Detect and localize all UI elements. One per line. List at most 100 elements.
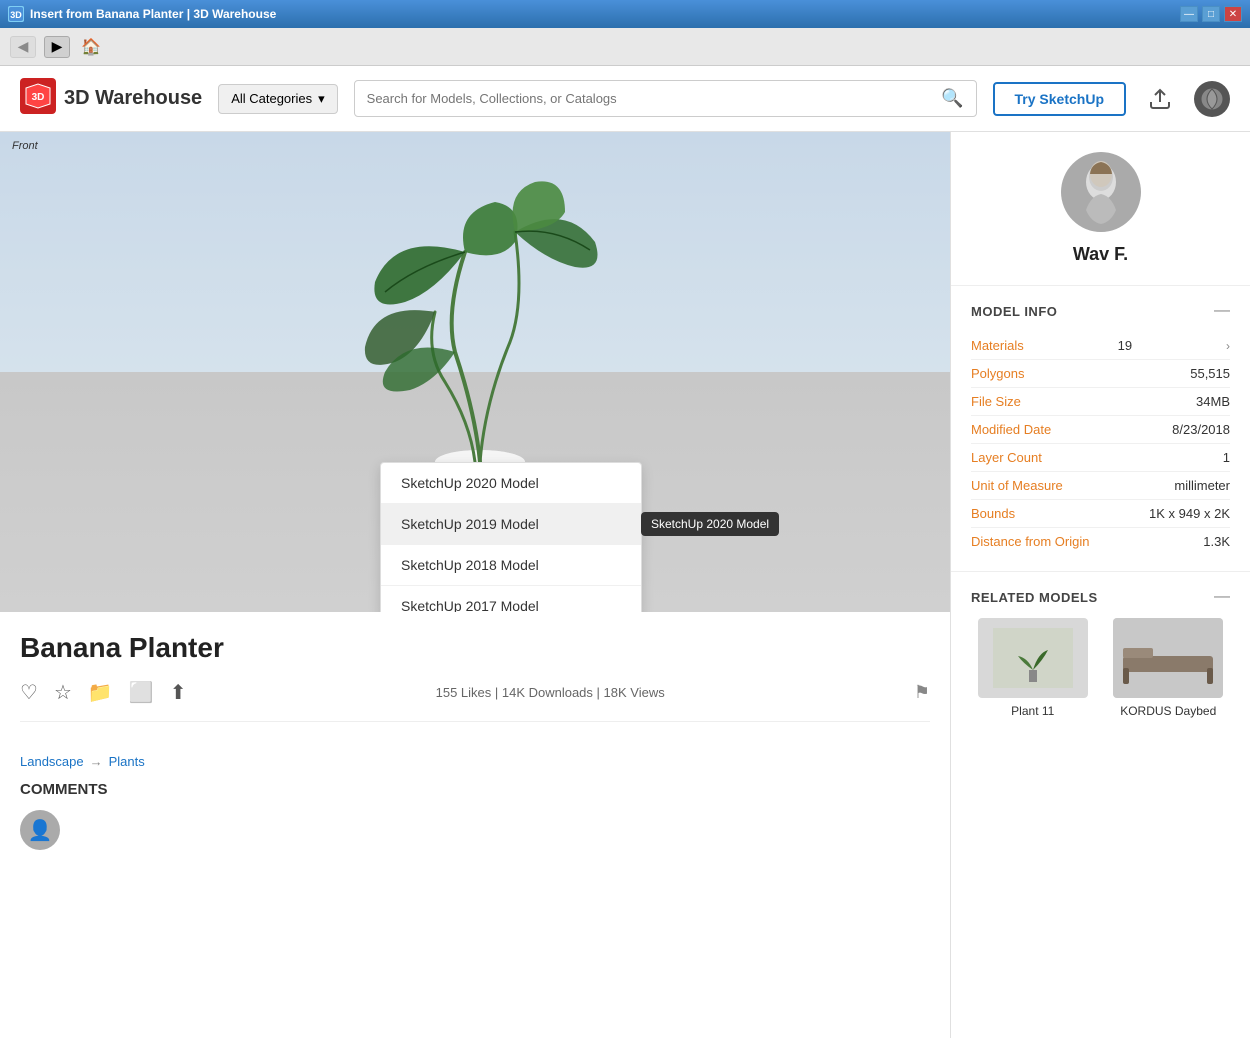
back-button[interactable]: ◀: [10, 36, 36, 58]
right-panel: Wav F. MODEL INFO — Materials 19 › Polyg…: [950, 132, 1250, 1038]
info-row-polygons: Polygons 55,515: [971, 360, 1230, 388]
profile-button[interactable]: [1194, 81, 1230, 117]
materials-value: 19: [1118, 338, 1132, 353]
back-icon: ◀: [18, 38, 29, 55]
bounds-label: Bounds: [971, 506, 1015, 521]
bounds-value: 1K x 949 x 2K: [1149, 506, 1230, 521]
dropdown-item-label: SketchUp 2017 Model: [401, 598, 539, 612]
try-sketchup-button[interactable]: Try SketchUp: [993, 82, 1126, 116]
svg-text:3D: 3D: [32, 92, 45, 103]
info-row-modified: Modified Date 8/23/2018: [971, 416, 1230, 444]
related-label-daybed: KORDUS Daybed: [1120, 704, 1216, 718]
content-area: Front: [0, 132, 1250, 1038]
search-input[interactable]: [367, 91, 933, 106]
breadcrumb: Landscape → Plants: [0, 742, 950, 781]
dropdown-item-su2017[interactable]: SketchUp 2017 Model: [381, 586, 641, 612]
category-dropdown[interactable]: All Categories ▾: [218, 84, 337, 114]
info-row-unit: Unit of Measure millimeter: [971, 472, 1230, 500]
like-icon[interactable]: ♡: [20, 680, 38, 705]
info-row-bounds: Bounds 1K x 949 x 2K: [971, 500, 1230, 528]
logo-icon: 3D: [20, 78, 56, 119]
breadcrumb-arrow: →: [90, 754, 103, 769]
maximize-button[interactable]: □: [1202, 6, 1220, 22]
stats-text: 155 Likes | 14K Downloads | 18K Views: [202, 685, 897, 700]
view-label: Front: [12, 140, 38, 152]
upload-button[interactable]: [1142, 81, 1178, 117]
copy-icon[interactable]: ⬜: [129, 680, 154, 705]
model-info-header: MODEL INFO —: [971, 302, 1230, 320]
flag-icon[interactable]: ⚑: [914, 682, 930, 703]
svg-text:3D: 3D: [10, 10, 22, 20]
dropdown-item-su2018[interactable]: SketchUp 2018 Model: [381, 545, 641, 586]
model-info-section-title: MODEL INFO: [971, 304, 1057, 319]
filesize-label: File Size: [971, 394, 1021, 409]
polygons-value: 55,515: [1190, 366, 1230, 381]
model-title: Banana Planter: [20, 632, 930, 664]
logo-text: 3D Warehouse: [64, 87, 202, 110]
related-grid: Plant 11: [971, 618, 1230, 718]
dropdown-item-su2019[interactable]: SketchUp 2019 Model SketchUp 2020 Model: [381, 504, 641, 545]
dropdown-item-label: SketchUp 2018 Model: [401, 557, 539, 573]
model-viewer: Front: [0, 132, 950, 612]
info-row-filesize: File Size 34MB: [971, 388, 1230, 416]
home-button[interactable]: 🏠: [78, 36, 104, 58]
author-section: Wav F.: [951, 132, 1250, 286]
distance-value: 1.3K: [1203, 534, 1230, 549]
breadcrumb-plants[interactable]: Plants: [109, 754, 145, 769]
unit-label: Unit of Measure: [971, 478, 1063, 493]
related-item-daybed[interactable]: KORDUS Daybed: [1107, 618, 1231, 718]
tooltip-su2020: SketchUp 2020 Model: [641, 512, 779, 536]
window-controls: — □ ✕: [1180, 6, 1242, 22]
dropdown-item-label: SketchUp 2020 Model: [401, 475, 539, 491]
dropdown-menu: SketchUp 2020 Model SketchUp 2019 Model …: [380, 462, 642, 612]
minimize-button[interactable]: —: [1180, 6, 1198, 22]
forward-icon: ▶: [52, 38, 63, 55]
comments-title: COMMENTS: [20, 781, 930, 798]
forward-button[interactable]: ▶: [44, 36, 70, 58]
title-bar: 3D Insert from Banana Planter | 3D Wareh…: [0, 0, 1250, 28]
main-window: 3D 3D Warehouse All Categories ▾ 🔍 Try S…: [0, 66, 1250, 1038]
related-label-plant11: Plant 11: [1011, 704, 1054, 718]
materials-arrow[interactable]: ›: [1226, 339, 1230, 353]
dropdown-item-label: SketchUp 2019 Model: [401, 516, 539, 532]
window-title: Insert from Banana Planter | 3D Warehous…: [30, 7, 1174, 21]
download-dropdown: SketchUp 2020 Model SketchUp 2019 Model …: [380, 462, 642, 612]
related-collapse-button[interactable]: —: [1214, 588, 1230, 606]
related-thumb-plant11: [978, 618, 1088, 698]
author-name: Wav F.: [1073, 244, 1128, 265]
dropdown-item-su2020[interactable]: SketchUp 2020 Model: [381, 463, 641, 504]
search-icon[interactable]: 🔍: [941, 88, 963, 109]
related-thumb-daybed: [1113, 618, 1223, 698]
share-icon[interactable]: ⬆: [170, 680, 187, 705]
info-row-layer-count: Layer Count 1: [971, 444, 1230, 472]
star-icon[interactable]: ☆: [54, 680, 72, 705]
header: 3D 3D Warehouse All Categories ▾ 🔍 Try S…: [0, 66, 1250, 132]
commenter-avatar: 👤: [20, 810, 60, 850]
model-info-bottom: Banana Planter ♡ ☆ 📁 ⬜ ⬆ 155 Likes | 14K…: [0, 612, 950, 742]
distance-label: Distance from Origin: [971, 534, 1089, 549]
layer-count-value: 1: [1223, 450, 1230, 465]
nav-bar: ◀ ▶ 🏠: [0, 28, 1250, 66]
unit-value: millimeter: [1174, 478, 1230, 493]
modified-value: 8/23/2018: [1172, 422, 1230, 437]
related-title: RELATED MODELS: [971, 590, 1098, 605]
related-section: RELATED MODELS —: [951, 572, 1250, 734]
home-icon: 🏠: [81, 37, 101, 57]
author-avatar: [1061, 152, 1141, 232]
modified-label: Modified Date: [971, 422, 1051, 437]
info-row-materials: Materials 19 ›: [971, 332, 1230, 360]
breadcrumb-landscape[interactable]: Landscape: [20, 754, 84, 769]
close-button[interactable]: ✕: [1224, 6, 1242, 22]
comments-section: COMMENTS 👤: [0, 781, 950, 850]
info-row-distance: Distance from Origin 1.3K: [971, 528, 1230, 555]
app-icon: 3D: [8, 6, 24, 22]
category-label: All Categories: [231, 91, 312, 106]
logo-area: 3D 3D Warehouse: [20, 78, 202, 119]
filesize-value: 34MB: [1196, 394, 1230, 409]
related-header: RELATED MODELS —: [971, 588, 1230, 606]
related-item-plant11[interactable]: Plant 11: [971, 618, 1095, 718]
search-bar: 🔍: [354, 80, 977, 117]
collapse-button[interactable]: —: [1214, 302, 1230, 320]
folder-icon[interactable]: 📁: [88, 680, 113, 705]
layer-count-label: Layer Count: [971, 450, 1042, 465]
